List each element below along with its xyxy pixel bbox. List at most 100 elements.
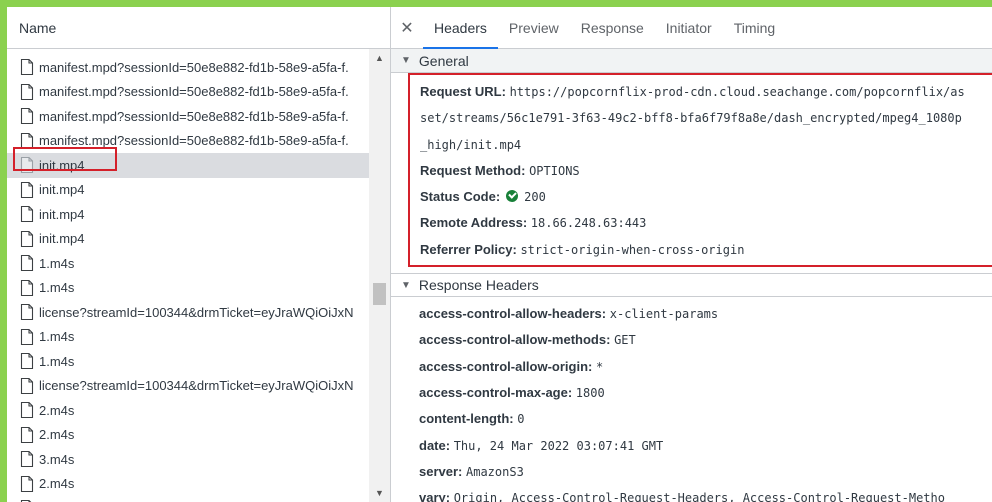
request-name: license?streamId=100344&drmTicket=eyJraW… bbox=[39, 378, 354, 394]
response-header-key: access-control-allow-methods: bbox=[419, 332, 611, 348]
tab-headers[interactable]: Headers bbox=[423, 7, 498, 49]
request-method-value: OPTIONS bbox=[529, 163, 580, 178]
name-column-label: Name bbox=[19, 19, 57, 36]
status-code-value: 200 bbox=[524, 190, 546, 205]
document-file-icon bbox=[20, 426, 34, 443]
request-row[interactable]: init.mp4 bbox=[7, 178, 369, 203]
response-header-value: Thu, 24 Mar 2022 03:07:41 GMT bbox=[453, 438, 664, 453]
remote-address-value: 18.66.248.63:443 bbox=[530, 216, 647, 231]
request-row[interactable]: manifest.mpd?sessionId=50e8e882-fd1b-58e… bbox=[7, 104, 369, 129]
request-row[interactable]: 1.m4s bbox=[7, 349, 369, 374]
request-name: init.mp4 bbox=[39, 182, 85, 198]
scroll-up-arrow-icon[interactable]: ▲ bbox=[369, 49, 390, 67]
document-file-icon bbox=[20, 206, 34, 223]
request-name: manifest.mpd?sessionId=50e8e882-fd1b-58e… bbox=[39, 59, 349, 75]
request-url-value-2: set/streams/56c1e791-3f63-49c2-bff8-bfa6… bbox=[420, 111, 962, 126]
response-header-row: access-control-allow-headers: x-client-p… bbox=[419, 301, 992, 327]
request-row[interactable]: init.mp4 bbox=[7, 202, 369, 227]
scrollbar-thumb[interactable] bbox=[373, 283, 386, 305]
request-row[interactable]: 2.m4s bbox=[7, 472, 369, 497]
request-row[interactable]: 1.m4s bbox=[7, 276, 369, 301]
document-file-icon bbox=[20, 230, 34, 247]
request-url-row: Request URL: https://popcornflix-prod-cd… bbox=[420, 79, 992, 105]
document-file-icon bbox=[20, 304, 34, 321]
collapse-triangle-icon: ▼ bbox=[401, 55, 411, 66]
document-file-icon bbox=[20, 475, 34, 492]
general-section-header[interactable]: ▼ General bbox=[391, 49, 992, 73]
close-icon[interactable]: ✕ bbox=[391, 7, 423, 48]
request-url-value-3: _high/init.mp4 bbox=[420, 137, 522, 152]
response-header-row: access-control-allow-origin: * bbox=[419, 354, 992, 380]
request-row[interactable]: 2.m4s bbox=[7, 423, 369, 448]
document-file-icon bbox=[20, 328, 34, 345]
referrer-policy-label: Referrer Policy: bbox=[420, 241, 517, 257]
status-code-row: Status Code: 200 bbox=[420, 184, 992, 210]
request-name: license?streamId=100344&drmTicket=eyJraW… bbox=[39, 304, 354, 320]
request-row[interactable]: license?streamId=100344&drmTicket=eyJraW… bbox=[7, 374, 369, 399]
response-header-row: date: Thu, 24 Mar 2022 03:07:41 GMT bbox=[419, 433, 992, 459]
request-url-continuation: _high/init.mp4 bbox=[420, 132, 992, 158]
tab-timing[interactable]: Timing bbox=[723, 7, 787, 48]
response-header-key: access-control-allow-headers: bbox=[419, 306, 607, 322]
request-row[interactable]: 1.m4s bbox=[7, 251, 369, 276]
response-header-value: AmazonS3 bbox=[466, 464, 524, 479]
request-row[interactable]: 1.m4s bbox=[7, 325, 369, 350]
request-row[interactable]: license?streamId=100344&drmTicket=eyJraW… bbox=[7, 300, 369, 325]
request-list-scrollbar[interactable]: ▲ ▼ bbox=[369, 49, 390, 502]
request-method-label: Request Method: bbox=[420, 162, 526, 178]
request-row[interactable]: 2.m4s bbox=[7, 496, 369, 502]
response-header-row: content-length: 0 bbox=[419, 406, 992, 432]
request-name: 2.m4s bbox=[39, 427, 75, 443]
tab-response[interactable]: Response bbox=[570, 7, 655, 48]
scroll-down-arrow-icon[interactable]: ▼ bbox=[369, 484, 390, 502]
referrer-policy-row: Referrer Policy: strict-origin-when-cros… bbox=[420, 237, 992, 263]
request-name: 1.m4s bbox=[39, 353, 75, 369]
selected-request-highlight bbox=[13, 147, 117, 171]
response-header-value: * bbox=[596, 359, 604, 374]
request-row[interactable]: 3.m4s bbox=[7, 447, 369, 472]
response-header-value: x-client-params bbox=[609, 307, 719, 322]
document-file-icon bbox=[20, 181, 34, 198]
request-row[interactable]: manifest.mpd?sessionId=50e8e882-fd1b-58e… bbox=[7, 55, 369, 80]
request-list: manifest.mpd?sessionId=50e8e882-fd1b-58e… bbox=[7, 49, 369, 502]
request-name: 1.m4s bbox=[39, 280, 75, 296]
document-file-icon bbox=[20, 108, 34, 125]
response-header-value: GET bbox=[614, 333, 636, 348]
tab-preview[interactable]: Preview bbox=[498, 7, 570, 48]
response-header-row: vary: Origin, Access-Control-Request-Hea… bbox=[419, 485, 992, 502]
remote-address-row: Remote Address: 18.66.248.63:443 bbox=[420, 210, 992, 236]
response-header-value: Origin, Access-Control-Request-Headers, … bbox=[453, 491, 945, 502]
response-header-key: vary: bbox=[419, 490, 451, 502]
response-header-key: access-control-allow-origin: bbox=[419, 358, 593, 374]
request-name: manifest.mpd?sessionId=50e8e882-fd1b-58e… bbox=[39, 84, 349, 100]
tab-initiator[interactable]: Initiator bbox=[655, 7, 723, 48]
document-file-icon bbox=[20, 59, 34, 76]
request-row[interactable]: 2.m4s bbox=[7, 398, 369, 423]
status-ok-check-icon bbox=[506, 190, 519, 203]
details-tab-bar: ✕ Headers Preview Response Initiator Tim… bbox=[391, 7, 992, 49]
request-name: 2.m4s bbox=[39, 402, 75, 418]
document-file-icon bbox=[20, 451, 34, 468]
status-code-label: Status Code: bbox=[420, 189, 501, 205]
name-column-header[interactable]: Name bbox=[7, 7, 390, 49]
document-file-icon bbox=[20, 279, 34, 296]
response-header-key: access-control-max-age: bbox=[419, 384, 573, 400]
response-headers-title: Response Headers bbox=[418, 277, 539, 294]
request-method-row: Request Method: OPTIONS bbox=[420, 158, 992, 184]
response-header-value: 1800 bbox=[575, 385, 605, 400]
request-list-panel: Name manifest.mpd?sessionId=50e8e882-fd1… bbox=[7, 7, 391, 502]
request-name: manifest.mpd?sessionId=50e8e882-fd1b-58e… bbox=[39, 108, 349, 124]
response-header-row: access-control-max-age: 1800 bbox=[419, 380, 992, 406]
collapse-triangle-icon: ▼ bbox=[401, 279, 411, 291]
response-header-row: access-control-allow-methods: GET bbox=[419, 327, 992, 353]
request-url-label: Request URL: bbox=[420, 84, 506, 99]
request-url-value-1: https://popcornflix-prod-cdn.cloud.seach… bbox=[509, 85, 965, 99]
request-name: 1.m4s bbox=[39, 255, 75, 271]
response-headers-section-header[interactable]: ▼ Response Headers bbox=[391, 273, 992, 298]
referrer-policy-value: strict-origin-when-cross-origin bbox=[520, 242, 745, 257]
general-section-title: General bbox=[418, 52, 469, 69]
request-row[interactable]: manifest.mpd?sessionId=50e8e882-fd1b-58e… bbox=[7, 80, 369, 105]
response-header-key: date: bbox=[419, 437, 451, 453]
request-row[interactable]: init.mp4 bbox=[7, 227, 369, 252]
request-name: init.mp4 bbox=[39, 206, 85, 222]
